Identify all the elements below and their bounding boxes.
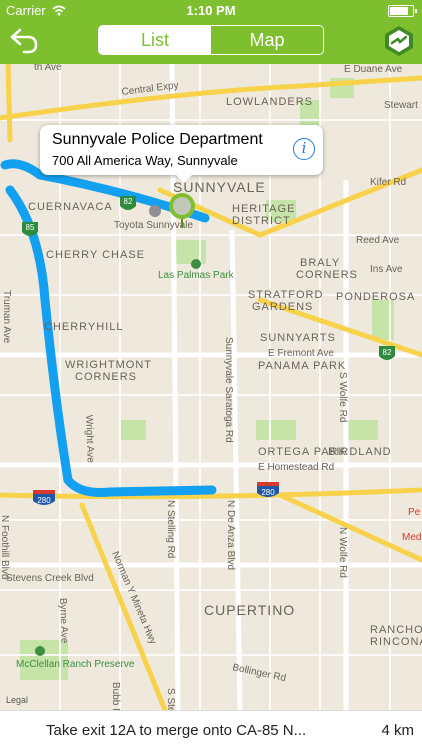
direction-instruction: Take exit 12A to merge onto CA-85 N... xyxy=(46,722,307,739)
highway-shield: 82 xyxy=(120,196,136,210)
map-label: N Stelling Rd xyxy=(165,500,176,558)
map-label: S Stelling Rd xyxy=(165,688,176,710)
tab-list[interactable]: List xyxy=(99,26,211,54)
svg-text:85: 85 xyxy=(26,223,35,232)
car-dealer-icon xyxy=(149,205,161,217)
map-label: DISTRICT xyxy=(232,215,291,227)
callout-address: 700 All America Way, Sunnyvale xyxy=(52,153,238,168)
map-label: Pe xyxy=(408,507,421,518)
map-label: N Foothill Blvd xyxy=(0,515,10,579)
svg-text:82: 82 xyxy=(124,197,133,206)
police-badge-icon[interactable] xyxy=(382,24,416,58)
map-label: Stewart xyxy=(384,100,418,111)
map-label: GARDENS xyxy=(252,301,313,313)
back-arrow-icon[interactable] xyxy=(8,26,42,56)
direction-distance: 4 km xyxy=(381,722,414,739)
highway-shield: 85 xyxy=(22,222,38,236)
svg-text:82: 82 xyxy=(383,348,392,357)
map-label: N De Anza Blvd xyxy=(225,500,236,570)
map-label: PONDEROSA xyxy=(336,291,415,303)
map-label: CORNERS xyxy=(75,371,137,383)
map-label: E Duane Ave xyxy=(344,64,403,75)
map-label: BIRDLAND xyxy=(328,446,392,458)
map-label: Bubb Rd xyxy=(110,682,121,710)
svg-text:280: 280 xyxy=(37,496,51,505)
map-label: Kifer Rd xyxy=(370,177,406,188)
highway-shield: 280 xyxy=(33,490,55,505)
map-label: Ins Ave xyxy=(370,264,403,275)
info-icon[interactable]: i xyxy=(293,138,315,160)
park-icon xyxy=(191,259,201,269)
map-label: E Homestead Rd xyxy=(258,462,334,473)
map-label: McClellan Ranch Preserve xyxy=(16,659,135,670)
status-bar: Carrier 1:10 PM xyxy=(0,0,422,20)
map-label: Wright Ave xyxy=(83,415,96,464)
map-label: Medi xyxy=(402,532,422,543)
map-label: th Ave xyxy=(34,64,62,73)
view-segmented-control: List Map xyxy=(98,25,324,55)
map-label: BRALY xyxy=(300,257,340,269)
map-label: Stevens Creek Blvd xyxy=(6,573,94,584)
map-label: CHERRY CHASE xyxy=(46,249,145,261)
map-label: PANAMA PARK xyxy=(258,360,346,372)
map-label: Sunnyvale Saratoga Rd xyxy=(223,337,234,443)
map-label: Reed Ave xyxy=(356,235,400,246)
map-label: HERITAGE xyxy=(232,203,295,215)
map-label: WRIGHTMONT xyxy=(65,359,152,371)
location-callout[interactable]: Sunnyvale Police Department 700 All Amer… xyxy=(40,125,323,183)
park-icon xyxy=(35,646,45,656)
map-label: CORNERS xyxy=(296,269,358,281)
battery-icon xyxy=(388,5,417,17)
highway-shield: 82 xyxy=(379,346,395,360)
legal-link[interactable]: Legal xyxy=(6,695,28,705)
map-label: CUERNAVACA xyxy=(28,201,113,213)
map-label: N Wolfe Rd xyxy=(337,527,348,578)
map-label: E Fremont Ave xyxy=(268,348,334,359)
map-label: RANCHO xyxy=(370,624,422,636)
map-label: STRATFORD xyxy=(248,289,323,301)
map-label: LOWLANDERS xyxy=(226,96,313,108)
highway-shield: 280 xyxy=(257,482,279,497)
svg-text:280: 280 xyxy=(261,488,275,497)
nav-bar: List Map xyxy=(0,20,422,64)
directions-bar[interactable]: Take exit 12A to merge onto CA-85 N... 4… xyxy=(0,710,422,751)
tab-map[interactable]: Map xyxy=(211,26,323,54)
map-label: RINCONA xyxy=(370,636,422,648)
map-label: SUNNYARTS xyxy=(260,332,336,344)
map-label: Byrne Ave xyxy=(57,598,70,644)
status-time: 1:10 PM xyxy=(186,3,236,18)
map-label: Las Palmas Park xyxy=(158,270,235,281)
map-label: CUPERTINO xyxy=(204,602,295,618)
callout-title: Sunnyvale Police Department xyxy=(52,131,263,148)
map-label: S Wolfe Rd xyxy=(337,372,348,422)
map-label: CHERRYHILL xyxy=(44,321,124,333)
map-label: Truman Ave xyxy=(1,290,12,344)
